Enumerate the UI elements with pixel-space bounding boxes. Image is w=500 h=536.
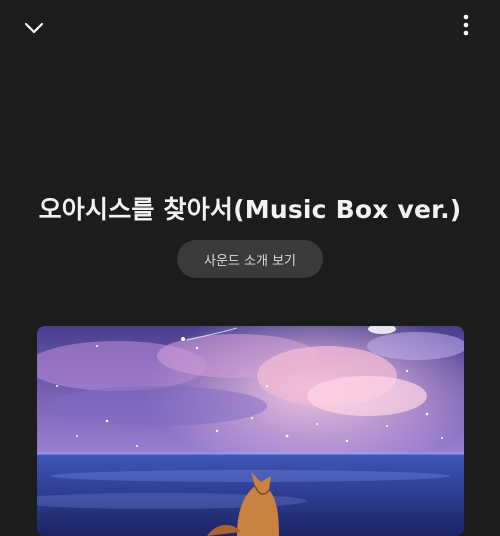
sound-intro-button[interactable]: 사운드 소개 보기 [177, 240, 323, 278]
track-title: 오아시스를 찾아서(Music Box ver.) [38, 195, 462, 224]
top-bar [0, 0, 500, 56]
more-options-button[interactable] [452, 12, 480, 42]
more-vertical-icon [463, 14, 469, 40]
album-art-image [37, 326, 464, 536]
collapse-button[interactable] [20, 14, 48, 42]
chevron-down-icon [24, 19, 44, 38]
album-artwork [37, 326, 464, 536]
